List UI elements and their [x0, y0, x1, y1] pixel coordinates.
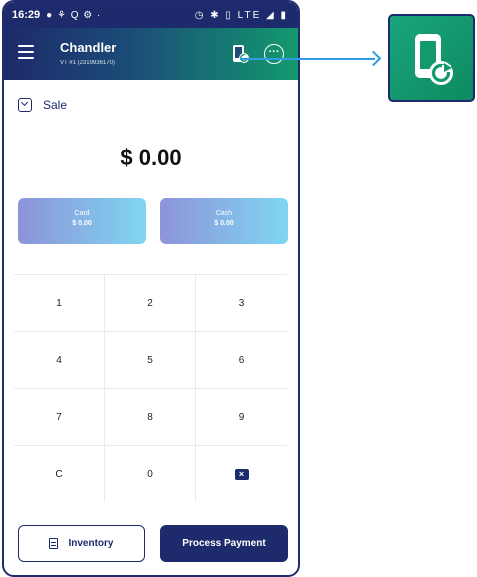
hamburger-menu-icon[interactable]: [18, 45, 34, 59]
tender-card-label: Card: [74, 210, 90, 217]
more-options-icon[interactable]: ···: [264, 44, 284, 64]
key-5[interactable]: 5: [105, 331, 196, 388]
key-clear[interactable]: C: [14, 445, 105, 502]
tender-card[interactable]: Card $ 0.00: [18, 198, 146, 244]
tender-cash[interactable]: Cash $ 0.00: [160, 198, 288, 244]
status-right-icons: ◷ ✱ ▯ LTE ◢ ▮: [194, 9, 288, 21]
key-1[interactable]: 1: [14, 274, 105, 331]
phone-refresh-icon-large: [415, 34, 453, 85]
keypad: 1 2 3 4 5 6 7 8 9 C 0 ×: [14, 274, 287, 502]
phone-frame: 16:29 ● ⚘ Q ⚙ · ◷ ✱ ▯ LTE ◢ ▮ Chandler V…: [2, 0, 300, 577]
merchant-name: Chandler: [60, 40, 117, 55]
key-backspace[interactable]: ×: [196, 445, 287, 502]
backspace-icon: ×: [234, 468, 249, 480]
inventory-button-label: Inventory: [68, 538, 114, 549]
terminal-id: VT #1 (2319936170): [60, 60, 115, 66]
clipboard-icon: [49, 538, 59, 549]
callout-arrow-line: [240, 58, 375, 60]
sale-label: Sale: [43, 98, 68, 112]
app-header: Chandler VT #1 (2319936170) ···: [4, 28, 298, 80]
tender-cash-label: Cash: [215, 210, 233, 217]
key-7[interactable]: 7: [14, 388, 105, 445]
key-8[interactable]: 8: [105, 388, 196, 445]
status-left-icons: ● ⚘ Q ⚙ ·: [46, 9, 102, 21]
key-0[interactable]: 0: [105, 445, 196, 502]
key-9[interactable]: 9: [196, 388, 287, 445]
sale-toggle[interactable]: Sale: [18, 98, 67, 112]
status-time: 16:29: [12, 9, 41, 21]
amount-display: $ 0.00: [120, 145, 182, 170]
tender-card-value: $ 0.00: [72, 220, 92, 227]
key-6[interactable]: 6: [196, 331, 287, 388]
phone-refresh-icon[interactable]: [232, 44, 250, 64]
process-payment-button[interactable]: Process Payment: [160, 525, 288, 562]
key-3[interactable]: 3: [196, 274, 287, 331]
inventory-button[interactable]: Inventory: [18, 525, 145, 562]
checkbox-icon[interactable]: [18, 98, 32, 112]
callout-refresh-zoom: [388, 14, 475, 102]
key-4[interactable]: 4: [14, 331, 105, 388]
status-bar: 16:29 ● ⚘ Q ⚙ · ◷ ✱ ▯ LTE ◢ ▮: [4, 2, 298, 28]
callout-arrow-head: [365, 50, 382, 67]
key-2[interactable]: 2: [105, 274, 196, 331]
tender-cash-value: $ 0.00: [214, 220, 234, 227]
